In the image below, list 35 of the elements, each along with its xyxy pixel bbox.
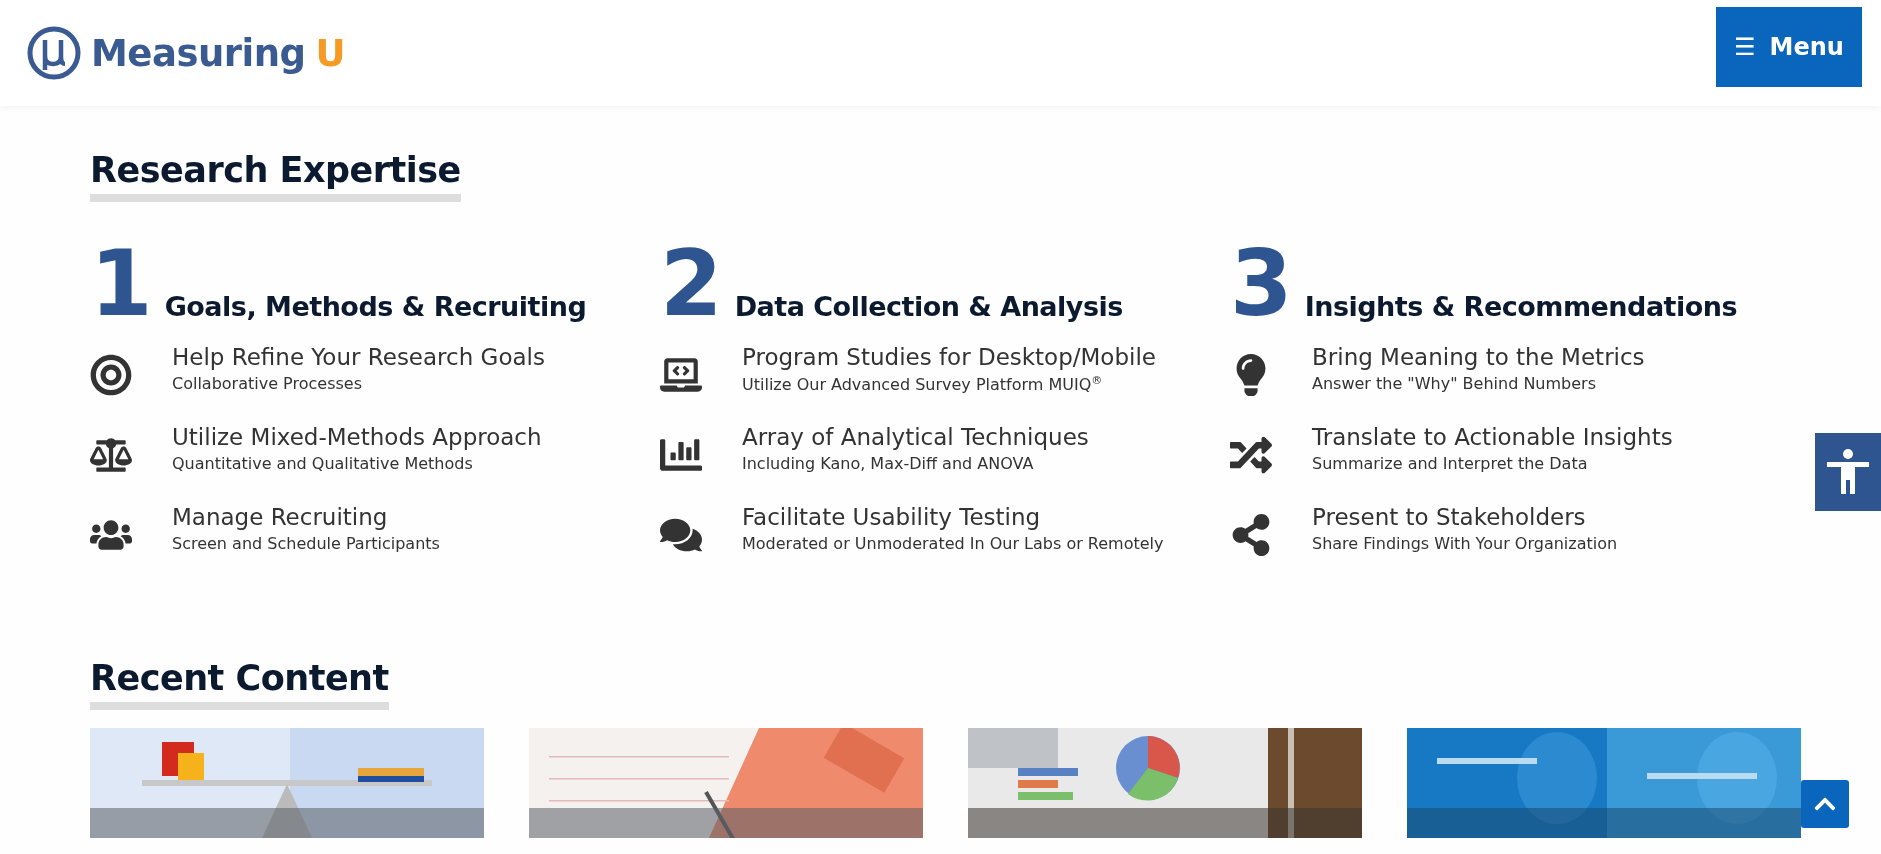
scroll-top-button[interactable] <box>1801 780 1849 828</box>
column-heading: Data Collection & Analysis <box>734 291 1123 324</box>
accessibility-button[interactable] <box>1815 433 1881 511</box>
item-title: Program Studies for Desktop/Mobile <box>742 344 1156 370</box>
item-subtitle: Share Findings With Your Organization <box>1312 534 1618 553</box>
item-subtitle: Including Kano, Max-Diff and ANOVA <box>742 454 1035 473</box>
step-number: 2 <box>660 243 723 324</box>
item-title: Present to Stakeholders <box>1312 504 1587 530</box>
logo-icon <box>27 26 81 80</box>
item-title: Bring Meaning to the Metrics <box>1312 344 1645 370</box>
item-title: Translate to Actionable Insights <box>1312 424 1673 450</box>
item-subtitle: Answer the "Why" Behind Numbers <box>1312 374 1597 393</box>
column-heading: Insights & Recommendations <box>1304 291 1738 324</box>
item-title: Manage Recruiting <box>172 504 389 530</box>
item-subtitle: Quantitative and Qualitative Methods <box>172 454 474 473</box>
section-heading: Research Expertise <box>90 150 461 202</box>
item-title: Facilitate Usability Testing <box>742 504 1042 530</box>
item-subtitle: Utilize Our Advanced Survey Platform MUIQ$^{®}$ <box>742 374 1104 395</box>
shuffle-icon <box>1230 434 1272 476</box>
item-subtitle: Moderated or Unmoderated In Our Labs or Remotely <box>742 534 1164 553</box>
logo-text: Measuring U <box>91 31 346 75</box>
item-title: Array of Analytical Techniques <box>742 424 1089 450</box>
step-number: 1 <box>90 243 153 324</box>
target-icon <box>90 354 132 396</box>
step-number: 3 <box>1230 243 1293 324</box>
item-subtitle: Collaborative Processes <box>172 374 363 393</box>
person-icon <box>1825 448 1871 496</box>
section-heading: Recent Content <box>90 658 389 710</box>
column-heading: Goals, Methods & Recruiting <box>164 291 587 324</box>
item-subtitle: Screen and Schedule Participants <box>172 534 440 553</box>
share-icon <box>1230 514 1272 556</box>
item-title: Utilize Mixed-Methods Approach <box>172 424 542 450</box>
item-title: Help Refine Your Research Goals <box>172 344 545 370</box>
item-subtitle: Summarize and Interpret the Data <box>1312 454 1589 473</box>
menu-button[interactable]: ☰ Menu <box>1716 7 1862 87</box>
